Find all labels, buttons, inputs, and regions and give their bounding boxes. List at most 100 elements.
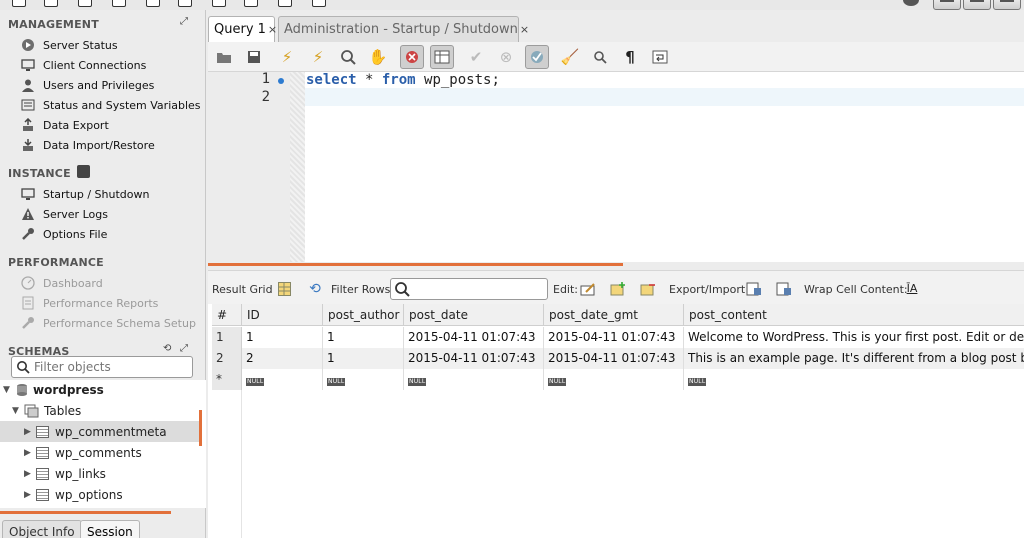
rollback-icon[interactable]: ⊗: [494, 45, 518, 69]
open-file-icon[interactable]: [212, 45, 236, 69]
null-cell[interactable]: NULL: [544, 369, 684, 390]
row-number[interactable]: 2: [212, 348, 242, 369]
refresh-icon[interactable]: ⟲: [307, 281, 323, 297]
new-schema-icon[interactable]: [112, 0, 126, 7]
commit-icon[interactable]: ✔: [464, 45, 488, 69]
new-view-icon[interactable]: [178, 0, 192, 7]
autocommit-icon[interactable]: [525, 45, 549, 69]
tree-table-item[interactable]: ▶ wp_options: [0, 484, 200, 505]
nav-status-variables[interactable]: Status and System Variables: [20, 96, 201, 114]
new-connection-icon[interactable]: [12, 0, 26, 7]
column-header-post-author[interactable]: post_author: [323, 304, 404, 326]
new-function-icon[interactable]: [244, 0, 258, 7]
column-header-post-content[interactable]: post_content: [684, 304, 1024, 326]
wrap-cell-icon[interactable]: ĪA: [904, 281, 920, 296]
schema-filter-field[interactable]: [34, 360, 184, 374]
editor-horizontal-scrollbar[interactable]: [208, 263, 623, 266]
nav-data-export[interactable]: Data Export: [20, 116, 109, 134]
filter-rows-field[interactable]: [413, 282, 543, 296]
refresh-icon[interactable]: ⟲: [163, 343, 171, 354]
tab-query-1[interactable]: Query 1 ×: [208, 16, 277, 42]
tree-schema-wordpress[interactable]: ▼ wordpress: [0, 379, 200, 400]
column-header-post-date[interactable]: post_date: [404, 304, 544, 326]
column-header-post-date-gmt[interactable]: post_date_gmt: [544, 304, 684, 326]
tree-table-item[interactable]: ▶ wp_commentmeta: [0, 421, 200, 442]
table-cell[interactable]: 1: [242, 327, 323, 348]
search-table-icon[interactable]: [278, 0, 292, 7]
delete-row-icon[interactable]: [640, 281, 656, 296]
sql-code[interactable]: select * from wp_posts;: [306, 71, 500, 89]
nav-client-connections[interactable]: Client Connections: [20, 56, 146, 74]
tab-object-info[interactable]: Object Info: [2, 520, 82, 538]
nav-startup-shutdown[interactable]: Startup / Shutdown: [20, 185, 149, 203]
tree-table-item[interactable]: ▶ wp_comments: [0, 442, 200, 463]
table-cell[interactable]: 1: [323, 348, 404, 369]
grid-icon[interactable]: [276, 281, 292, 296]
reconnect-icon[interactable]: [312, 0, 326, 7]
nav-performance-reports[interactable]: Performance Reports: [20, 294, 158, 312]
column-header-id[interactable]: ID: [242, 304, 323, 326]
table-cell[interactable]: 2015-04-11 01:07:43: [404, 327, 544, 348]
tab-administration[interactable]: Administration - Startup / Shutdown ×: [278, 16, 529, 42]
toggle-secondary-sidebar-button[interactable]: [993, 0, 1021, 10]
wrap-lines-icon[interactable]: [648, 45, 672, 69]
chevron-down-icon[interactable]: ▼: [12, 406, 22, 416]
schema-filter-input[interactable]: [11, 356, 193, 378]
new-table-icon[interactable]: [146, 0, 160, 7]
explain-icon[interactable]: [336, 45, 360, 69]
tree-table-item[interactable]: ▶ wp_links: [0, 463, 200, 484]
table-cell[interactable]: 2015-04-11 01:07:43: [404, 348, 544, 369]
null-cell[interactable]: NULL: [404, 369, 544, 390]
null-cell[interactable]: NULL: [323, 369, 404, 390]
chevron-right-icon[interactable]: ▶: [24, 448, 34, 458]
close-icon[interactable]: ×: [268, 23, 277, 36]
table-cell[interactable]: Welcome to WordPress. This is your first…: [684, 327, 1024, 348]
stop-icon[interactable]: ✋: [366, 45, 390, 69]
gear-icon[interactable]: [903, 0, 919, 6]
null-cell[interactable]: NULL: [242, 369, 323, 390]
invisible-chars-icon[interactable]: ¶: [618, 45, 642, 69]
edit-row-icon[interactable]: [580, 281, 596, 296]
row-number[interactable]: 1: [212, 327, 242, 348]
filter-rows-input[interactable]: [390, 278, 548, 300]
beautify-icon[interactable]: 🧹: [558, 45, 582, 69]
table-cell[interactable]: 1: [323, 327, 404, 348]
tree-horizontal-scrollbar[interactable]: [0, 511, 171, 514]
null-cell[interactable]: NULL: [684, 369, 1024, 390]
expand-icon[interactable]: ⤢: [180, 343, 188, 354]
find-icon[interactable]: [588, 45, 612, 69]
table-cell[interactable]: 2015-04-11 01:07:43: [544, 348, 684, 369]
column-header-rownum[interactable]: #: [212, 304, 242, 326]
toggle-output-icon[interactable]: [430, 45, 454, 69]
nav-dashboard[interactable]: Dashboard: [20, 274, 103, 292]
toggle-error-icon[interactable]: [400, 45, 424, 69]
table-cell[interactable]: 2: [242, 348, 323, 369]
nav-users-privileges[interactable]: Users and Privileges: [20, 76, 154, 94]
execute-icon[interactable]: ⚡: [275, 45, 299, 69]
toggle-output-button[interactable]: [963, 0, 991, 10]
tree-tables-folder[interactable]: ▼ Tables: [0, 400, 200, 421]
new-routine-icon[interactable]: [212, 0, 226, 7]
chevron-right-icon[interactable]: ▶: [24, 469, 34, 479]
result-grid-label[interactable]: Result Grid: [212, 283, 273, 296]
import-icon[interactable]: [776, 281, 792, 296]
open-sql-icon[interactable]: [44, 0, 58, 7]
info-icon[interactable]: [78, 0, 92, 7]
save-icon[interactable]: [242, 45, 266, 69]
nav-options-file[interactable]: Options File: [20, 225, 107, 243]
nav-data-import[interactable]: Data Import/Restore: [20, 136, 155, 154]
export-icon[interactable]: [746, 281, 762, 296]
table-cell[interactable]: This is an example page. It's different …: [684, 348, 1024, 369]
tree-scrollbar[interactable]: [199, 410, 202, 446]
expand-icon[interactable]: ⤢: [180, 16, 188, 27]
nav-server-status[interactable]: Server Status: [20, 36, 118, 54]
chevron-down-icon[interactable]: ▼: [3, 385, 13, 395]
chevron-right-icon[interactable]: ▶: [24, 427, 34, 437]
execute-current-icon[interactable]: ⚡: [306, 45, 330, 69]
table-cell[interactable]: 2015-04-11 01:07:43: [544, 327, 684, 348]
chevron-right-icon[interactable]: ▶: [24, 490, 34, 500]
tab-session[interactable]: Session: [80, 520, 140, 538]
nav-performance-schema-setup[interactable]: Performance Schema Setup: [20, 314, 196, 332]
close-icon[interactable]: ×: [520, 23, 529, 36]
toggle-sidebar-button[interactable]: [933, 0, 961, 10]
